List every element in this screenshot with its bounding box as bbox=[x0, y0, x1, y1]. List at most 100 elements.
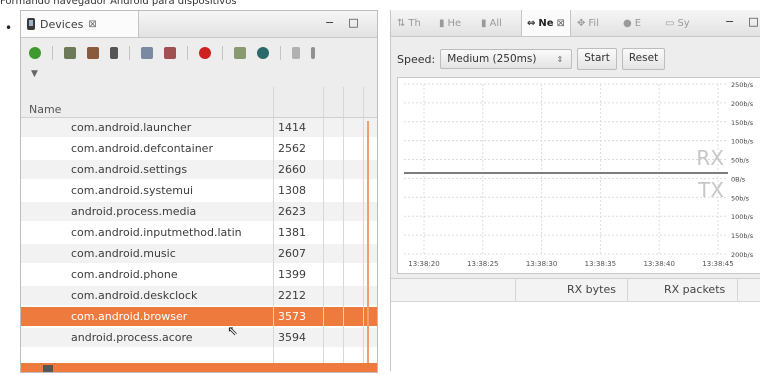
y-tick-label: 100b/s bbox=[731, 213, 754, 221]
clipped-top-text: Formando navegador Android para disposit… bbox=[0, 0, 237, 6]
column-divider bbox=[627, 279, 628, 301]
tab-label: E bbox=[634, 17, 642, 29]
tab-ne[interactable]: ⇔ Ne ⊠ bbox=[521, 10, 571, 36]
tab-label: He bbox=[447, 17, 462, 29]
y-tick-label: 50b/s bbox=[731, 157, 750, 165]
maximize-button[interactable]: □ bbox=[748, 15, 758, 28]
view-menu-icon[interactable] bbox=[311, 47, 315, 59]
devices-tab[interactable]: Devices ⊠ bbox=[21, 11, 139, 37]
tab-e[interactable]: ● E bbox=[623, 10, 641, 36]
process-pid: 3594 bbox=[278, 331, 306, 344]
tab-close-icon[interactable]: ⊠ bbox=[557, 18, 565, 29]
process-name: android.process.acore bbox=[71, 331, 193, 344]
start-button[interactable]: Start bbox=[577, 48, 617, 70]
toolbar-separator bbox=[129, 46, 130, 60]
process-name: com.android.phone bbox=[71, 268, 178, 281]
column-divider bbox=[273, 118, 274, 372]
cause-gc-icon[interactable] bbox=[110, 47, 118, 59]
column-divider bbox=[737, 279, 738, 301]
heap-icon: ▮ bbox=[439, 17, 445, 29]
process-name: com.android.settings bbox=[71, 163, 188, 176]
column-header-name[interactable]: Name bbox=[29, 103, 61, 116]
chevron-down-icon[interactable]: ▼ bbox=[31, 69, 38, 79]
emulator-icon: ● bbox=[623, 17, 632, 29]
x-tick-label: 13:38:25 bbox=[467, 260, 498, 268]
dump-view-hierarchy-icon[interactable] bbox=[292, 47, 300, 59]
speed-controls: Speed: Medium (250ms) ⇕ Start Reset bbox=[397, 48, 666, 70]
devices-view: Devices ⊠ − □ ▼ Name com.android.launche… bbox=[20, 10, 378, 373]
x-tick-label: 13:38:45 bbox=[702, 260, 733, 268]
network-icon: ⇔ bbox=[527, 17, 536, 29]
process-name: com.android.deskclock bbox=[71, 289, 198, 302]
toolbar-separator bbox=[187, 46, 188, 60]
dump-hprof-icon[interactable] bbox=[87, 47, 99, 59]
start-method-profiling-icon[interactable] bbox=[164, 47, 176, 59]
tab-th[interactable]: ⇅ Th bbox=[397, 10, 421, 36]
process-name: com.android.inputmethod.latin bbox=[71, 226, 242, 239]
process-pid: 1308 bbox=[278, 184, 306, 197]
toolbar-separator bbox=[52, 46, 53, 60]
screen-capture-icon[interactable] bbox=[234, 47, 246, 59]
y-tick-label: 200b/s bbox=[731, 251, 754, 259]
sysinfo-icon: ▭ bbox=[665, 17, 675, 29]
speed-value: Medium (250ms) bbox=[447, 53, 537, 65]
device-phone-icon bbox=[27, 18, 35, 30]
stop-process-icon[interactable] bbox=[199, 47, 211, 59]
minimize-button[interactable]: − bbox=[325, 16, 334, 29]
process-pid: 2660 bbox=[278, 163, 306, 176]
network-stats-table: RX bytes RX packets bbox=[391, 278, 760, 371]
x-tick-label: 13:38:30 bbox=[526, 260, 557, 268]
update-threads-icon[interactable] bbox=[141, 47, 153, 59]
process-pid: 1381 bbox=[278, 226, 306, 239]
column-divider bbox=[323, 87, 324, 117]
debug-process-icon[interactable] bbox=[29, 47, 41, 59]
process-pid: 2607 bbox=[278, 247, 306, 260]
devices-toolbar: ▼ bbox=[21, 38, 377, 86]
x-tick-label: 13:38:40 bbox=[643, 260, 674, 268]
spinner-arrows-icon: ⇕ bbox=[556, 54, 564, 64]
mouse-cursor-icon: ⇖ bbox=[227, 324, 238, 339]
minimize-button[interactable]: − bbox=[725, 15, 734, 28]
y-tick-label: 150b/s bbox=[731, 232, 754, 240]
column-divider bbox=[363, 118, 364, 372]
threads-icon: ⇅ bbox=[397, 17, 406, 29]
toolbar-separator bbox=[222, 46, 223, 60]
process-name: com.android.launcher bbox=[71, 121, 192, 134]
allocation-icon: ▮ bbox=[481, 17, 487, 29]
tab-close-icon[interactable]: ⊠ bbox=[88, 19, 96, 30]
systrace-icon[interactable] bbox=[257, 47, 269, 59]
process-pid: 1414 bbox=[278, 121, 306, 134]
tab-sy[interactable]: ▭ Sy bbox=[665, 10, 690, 36]
speed-select[interactable]: Medium (250ms) ⇕ bbox=[440, 49, 573, 69]
partial-row-peek bbox=[21, 363, 377, 372]
network-statistics-view: ⇅ Th ▮ He ▮ All ⇔ Ne ⊠ ✥ Fil ● E ▭ Sy − □ Speed: Mediu… bbox=[390, 10, 760, 371]
tab-label: Fil bbox=[588, 17, 599, 29]
partial-device-icon bbox=[43, 365, 53, 372]
column-divider bbox=[515, 279, 516, 301]
devices-view-header: Devices ⊠ − □ bbox=[21, 11, 377, 38]
maximize-button[interactable]: □ bbox=[348, 16, 358, 29]
process-name: com.android.browser bbox=[71, 310, 188, 323]
y-tick-label: 200b/s bbox=[731, 100, 754, 108]
y-tick-label: 250b/s bbox=[731, 81, 754, 89]
process-name: android.process.media bbox=[71, 205, 197, 218]
column-header-rx-bytes[interactable]: RX bytes bbox=[567, 283, 616, 296]
tab-all[interactable]: ▮ All bbox=[481, 10, 502, 36]
column-header-rx-packets[interactable]: RX packets bbox=[664, 283, 725, 296]
column-divider bbox=[273, 87, 274, 117]
network-traffic-chart: 250b/s 200b/s 150b/s 100b/s 50b/s 0B/s 50b/s 10… bbox=[397, 77, 760, 274]
column-divider bbox=[363, 87, 364, 117]
tab-fil[interactable]: ✥ Fil bbox=[577, 10, 599, 36]
update-heap-icon[interactable] bbox=[64, 47, 76, 59]
reset-button[interactable]: Reset bbox=[621, 48, 666, 70]
process-name: com.android.defcontainer bbox=[71, 142, 213, 155]
y-tick-label: 50b/s bbox=[731, 194, 750, 202]
selection-indicator-line bbox=[367, 121, 369, 368]
tab-label: Th bbox=[408, 17, 421, 29]
tab-label: All bbox=[489, 17, 502, 29]
toolbar-separator bbox=[280, 46, 281, 60]
process-table-header: Name bbox=[21, 87, 377, 118]
x-tick-label: 13:38:20 bbox=[408, 260, 439, 268]
x-tick-label: 13:38:35 bbox=[585, 260, 616, 268]
tab-he[interactable]: ▮ He bbox=[439, 10, 461, 36]
